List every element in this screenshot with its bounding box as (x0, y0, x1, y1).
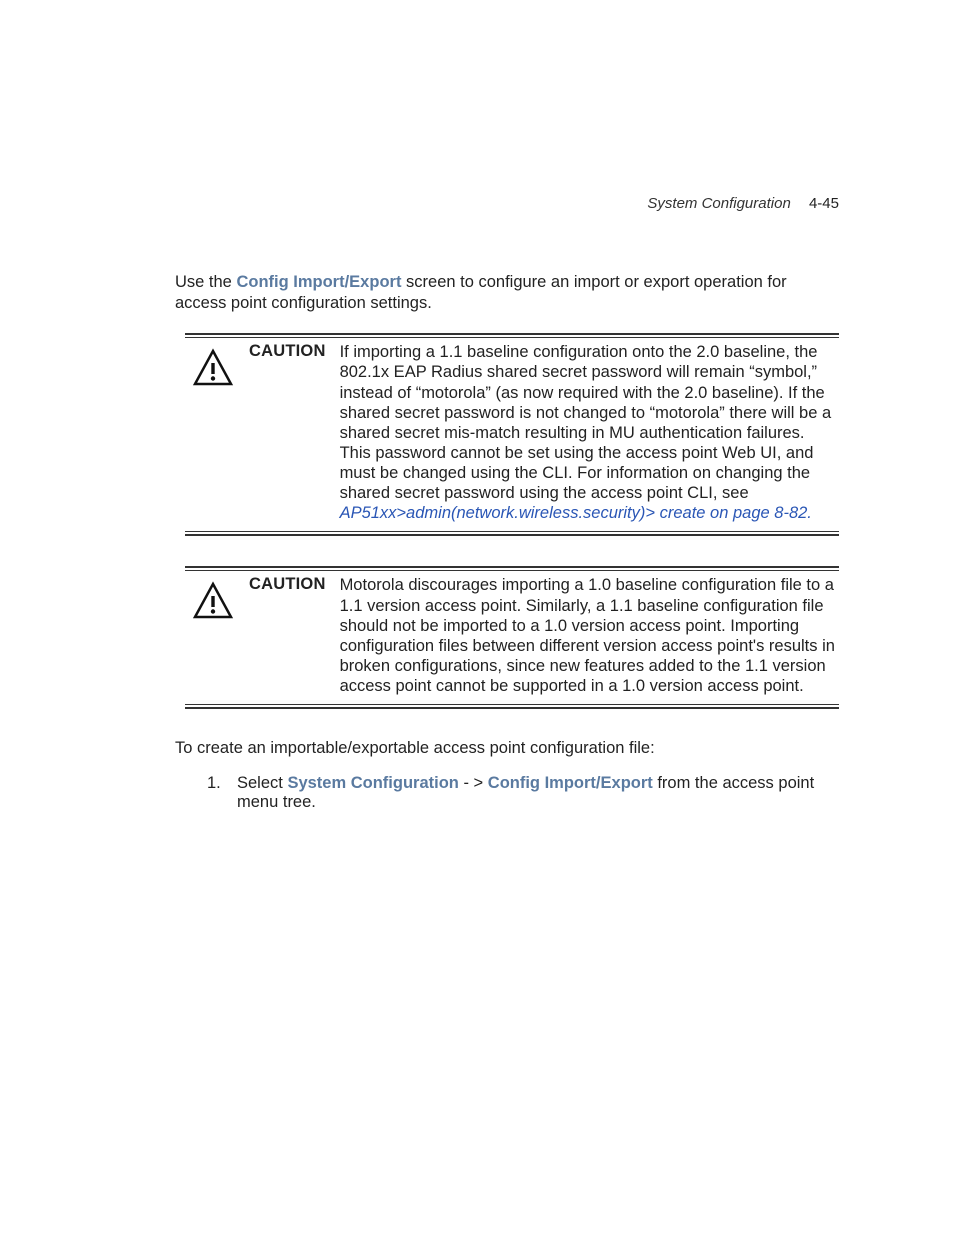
intro-text-pre: Use the (175, 273, 236, 291)
caution-text-2: Motorola discourages importing a 1.0 bas… (340, 575, 839, 696)
caution-icon (185, 342, 235, 393)
caution-text-1: If importing a 1.1 baseline configuratio… (340, 342, 839, 523)
intro-paragraph: Use the Config Import/Export screen to c… (175, 272, 839, 313)
caution-block-1: CAUTION If importing a 1.1 baseline conf… (185, 333, 839, 536)
to-create-line: To create an importable/exportable acces… (175, 739, 839, 758)
step-text: Select System Configuration - > Config I… (237, 774, 839, 812)
step-1-mid: - > (459, 774, 488, 792)
step-number: 1. (207, 774, 231, 812)
header-page-number: 4-45 (809, 195, 839, 212)
caution-1-link[interactable]: AP51xx>admin(network.wireless.security)>… (340, 504, 812, 522)
caution-2-body: Motorola discourages importing a 1.0 bas… (340, 576, 835, 695)
step-1-menu-1: System Configuration (287, 774, 458, 792)
caution-label: CAUTION (249, 575, 326, 594)
step-1: 1. Select System Configuration - > Confi… (175, 774, 839, 812)
header-section-title: System Configuration (647, 195, 790, 212)
step-1-pre: Select (237, 774, 287, 792)
page-content: System Configuration 4-45 Use the Config… (0, 0, 954, 812)
intro-screen-name: Config Import/Export (236, 273, 401, 291)
caution-block-2: CAUTION Motorola discourages importing a… (185, 566, 839, 709)
caution-label: CAUTION (249, 342, 326, 361)
caution-1-body: If importing a 1.1 baseline configuratio… (340, 343, 832, 502)
step-1-menu-2: Config Import/Export (488, 774, 653, 792)
caution-icon (185, 575, 235, 626)
page-header: System Configuration 4-45 (175, 195, 839, 212)
